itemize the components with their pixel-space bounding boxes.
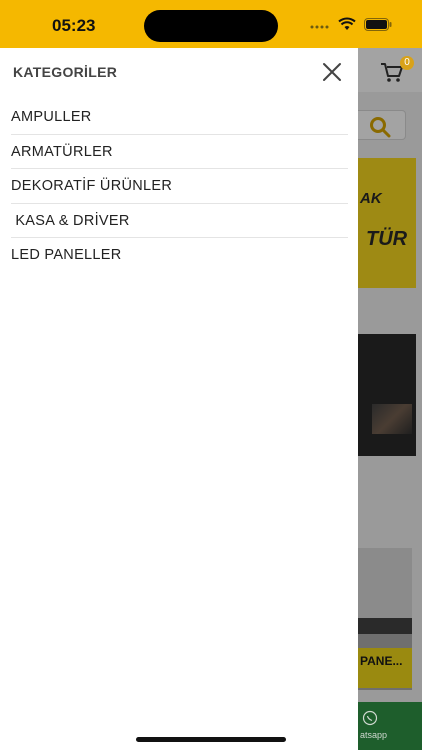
category-list: AMPULLER ARMATÜRLER DEKORATİF ÜRÜNLER KA… xyxy=(11,100,348,273)
drawer-title: KATEGORİLER xyxy=(13,64,118,80)
category-drawer: KATEGORİLER AMPULLER ARMATÜRLER DEKORATİ… xyxy=(0,48,358,750)
category-item-led-paneller[interactable]: LED PANELLER xyxy=(11,238,348,273)
status-time: 05:23 xyxy=(52,16,96,35)
whatsapp-icon xyxy=(362,710,378,726)
whatsapp-label: atsapp xyxy=(360,730,388,740)
search-button[interactable] xyxy=(358,110,406,140)
banner-text-2: TÜR xyxy=(366,228,408,250)
close-icon[interactable] xyxy=(320,60,344,84)
product-image[interactable] xyxy=(358,334,416,456)
category-item-dekoratif-urunler[interactable]: DEKORATİF ÜRÜNLER xyxy=(11,169,348,204)
whatsapp-button[interactable]: atsapp xyxy=(358,702,422,750)
cart-count-badge: 0 xyxy=(400,56,414,70)
category-item-ampuller[interactable]: AMPULLER xyxy=(11,100,348,135)
background-header: 0 xyxy=(358,48,422,92)
home-indicator[interactable] xyxy=(136,737,286,742)
cellular-signal-icon xyxy=(310,25,329,29)
background-page-overlay[interactable]: 0 AK TÜR PANE... atsapp xyxy=(358,48,422,750)
banner-text-1: AK xyxy=(360,190,382,207)
product-card-strip xyxy=(358,618,412,634)
category-item-kasa-driver[interactable]: KASA & DRİVER xyxy=(11,204,348,238)
product-card-image xyxy=(358,548,412,618)
category-item-armaturler[interactable]: ARMATÜRLER xyxy=(11,135,348,169)
battery-icon xyxy=(364,17,392,31)
dynamic-island xyxy=(144,10,278,42)
product-card-label: PANE... xyxy=(358,648,412,688)
wifi-icon xyxy=(338,17,356,30)
status-icons xyxy=(310,17,392,31)
status-bar: 05:23 xyxy=(0,0,422,48)
product-card[interactable]: PANE... xyxy=(358,548,412,690)
search-icon xyxy=(370,117,391,138)
promo-banner[interactable]: AK TÜR xyxy=(358,158,416,288)
